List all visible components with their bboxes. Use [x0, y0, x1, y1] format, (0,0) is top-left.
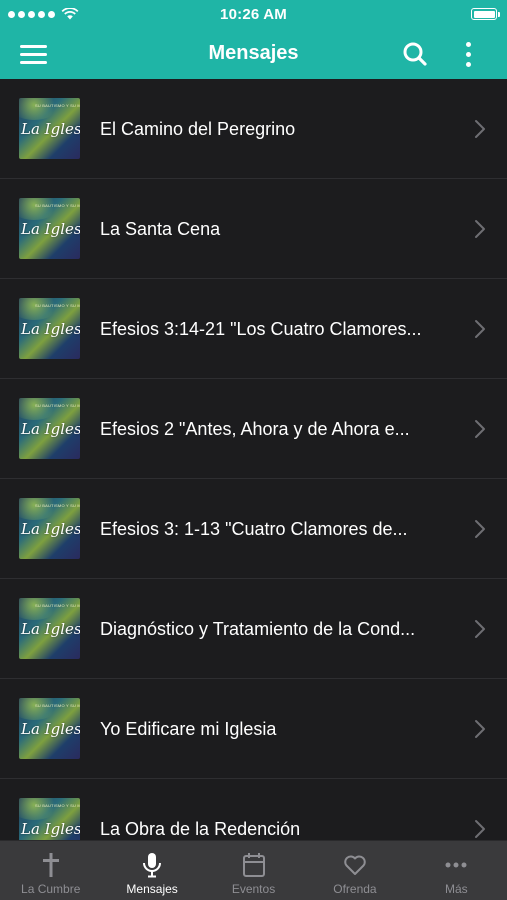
- message-thumbnail: SU BAUTISMO Y SU MISIÓN La Iglesia: [19, 398, 80, 459]
- message-thumbnail: SU BAUTISMO Y SU MISIÓN La Iglesia: [19, 298, 80, 359]
- thumbnail-subtext: SU BAUTISMO Y SU MISIÓN: [35, 703, 80, 708]
- thumbnail-text: La Iglesia: [21, 620, 80, 638]
- thumbnail-text: La Iglesia: [21, 820, 80, 838]
- more-vertical-icon[interactable]: [455, 39, 481, 69]
- message-title: Yo Edificare mi Iglesia: [100, 719, 277, 739]
- thumbnail-subtext: SU BAUTISMO Y SU MISIÓN: [35, 403, 80, 408]
- message-row[interactable]: SU BAUTISMO Y SU MISIÓN La Iglesia Diagnós…: [0, 579, 507, 679]
- message-row[interactable]: SU BAUTISMO Y SU MISIÓN La Iglesia La Obra…: [0, 779, 507, 840]
- message-title: Efesios 3:14-21 "Los Cuatro Clamores...: [100, 319, 422, 339]
- microphone-icon: [143, 853, 162, 878]
- thumbnail-subtext: SU BAUTISMO Y SU MISIÓN: [35, 503, 80, 508]
- status-left: [8, 8, 79, 20]
- status-time: 10:26 AM: [220, 5, 287, 23]
- cross-icon: [42, 853, 59, 877]
- message-row[interactable]: SU BAUTISMO Y SU MISIÓN La Iglesia La Sant…: [0, 179, 507, 279]
- message-list: SU BAUTISMO Y SU MISIÓN La Iglesia El Cami…: [0, 79, 507, 840]
- chevron-right-icon: [475, 420, 485, 438]
- thumbnail-text: La Iglesia: [21, 520, 80, 538]
- message-row[interactable]: SU BAUTISMO Y SU MISIÓN La Iglesia Efesios…: [0, 279, 507, 379]
- thumbnail-text: La Iglesia: [21, 720, 80, 738]
- battery-icon: [471, 8, 500, 20]
- tab-label: Eventos: [231, 882, 276, 896]
- message-thumbnail: SU BAUTISMO Y SU MISIÓN La Iglesia: [19, 498, 80, 559]
- thumbnail-text: La Iglesia: [21, 120, 80, 138]
- thumbnail-subtext: SU BAUTISMO Y SU MISIÓN: [35, 103, 80, 108]
- message-thumbnail: SU BAUTISMO Y SU MISIÓN La Iglesia: [19, 98, 80, 159]
- tab-mensajes[interactable]: Mensajes: [101, 841, 202, 900]
- thumbnail-subtext: SU BAUTISMO Y SU MISIÓN: [35, 603, 80, 608]
- message-thumbnail: SU BAUTISMO Y SU MISIÓN La Iglesia: [19, 198, 80, 259]
- message-thumbnail: SU BAUTISMO Y SU MISIÓN La Iglesia: [19, 698, 80, 759]
- chevron-right-icon: [475, 720, 485, 738]
- search-icon[interactable]: [400, 39, 430, 69]
- more-dots-icon: [445, 862, 467, 868]
- message-row[interactable]: SU BAUTISMO Y SU MISIÓN La Iglesia Efesios…: [0, 479, 507, 579]
- thumbnail-text: La Iglesia: [21, 420, 80, 438]
- message-title: Diagnóstico y Tratamiento de la Cond...: [100, 619, 416, 639]
- thumbnail-text: La Iglesia: [21, 320, 80, 338]
- message-title: El Camino del Peregrino: [100, 119, 296, 139]
- tab-ofrenda[interactable]: Ofrenda: [304, 841, 405, 900]
- hamburger-menu-icon[interactable]: [20, 40, 56, 68]
- status-bar: 10:26 AM: [0, 0, 507, 28]
- tab-label: Más: [444, 882, 468, 896]
- thumbnail-text: La Iglesia: [21, 220, 80, 238]
- calendar-icon: [242, 853, 265, 877]
- message-row[interactable]: SU BAUTISMO Y SU MISIÓN La Iglesia Yo Edif…: [0, 679, 507, 779]
- tab-la-cumbre[interactable]: La Cumbre: [0, 841, 101, 900]
- tab-bar: La Cumbre Mensajes Eventos Ofrenda Más: [0, 840, 507, 900]
- tab-label: Ofrenda: [333, 882, 377, 896]
- message-row[interactable]: SU BAUTISMO Y SU MISIÓN La Iglesia Efesios…: [0, 379, 507, 479]
- message-row[interactable]: SU BAUTISMO Y SU MISIÓN La Iglesia El Cami…: [0, 79, 507, 179]
- thumbnail-subtext: SU BAUTISMO Y SU MISIÓN: [35, 803, 80, 808]
- message-thumbnail: SU BAUTISMO Y SU MISIÓN La Iglesia: [19, 598, 80, 659]
- thumbnail-subtext: SU BAUTISMO Y SU MISIÓN: [35, 303, 80, 308]
- tab-label: Mensajes: [126, 882, 178, 896]
- chevron-right-icon: [475, 320, 485, 338]
- page-title: Mensajes: [208, 42, 299, 64]
- chevron-right-icon: [475, 820, 485, 838]
- message-title: La Santa Cena: [100, 219, 221, 239]
- signal-icon: [8, 10, 55, 18]
- message-title: Efesios 2 "Antes, Ahora y de Ahora e...: [100, 419, 410, 439]
- nav-bar: Mensajes: [0, 28, 507, 79]
- wifi-icon: [61, 8, 79, 20]
- tab-mas[interactable]: Más: [406, 841, 507, 900]
- chevron-right-icon: [475, 220, 485, 238]
- heart-icon: [344, 855, 366, 875]
- thumbnail-subtext: SU BAUTISMO Y SU MISIÓN: [35, 203, 80, 208]
- message-title: La Obra de la Redención: [100, 819, 301, 839]
- message-thumbnail: SU BAUTISMO Y SU MISIÓN La Iglesia: [19, 798, 80, 840]
- chevron-right-icon: [475, 520, 485, 538]
- tab-eventos[interactable]: Eventos: [203, 841, 304, 900]
- chevron-right-icon: [475, 120, 485, 138]
- message-title: Efesios 3: 1-13 "Cuatro Clamores de...: [100, 519, 408, 539]
- chevron-right-icon: [475, 620, 485, 638]
- tab-label: La Cumbre: [21, 882, 81, 896]
